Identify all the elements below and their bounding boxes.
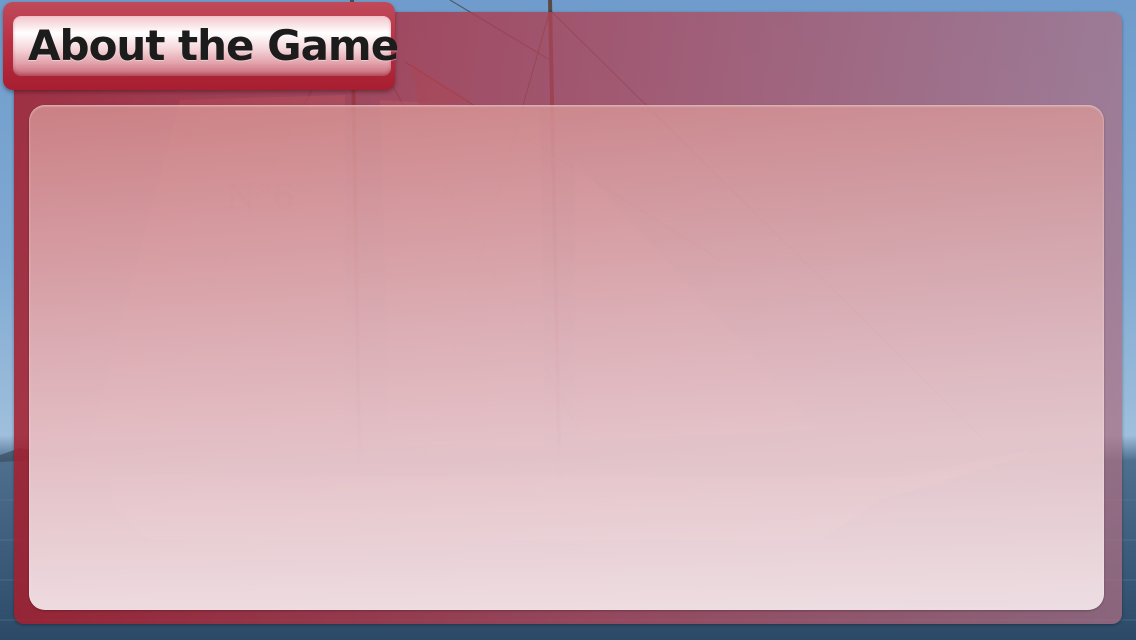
page-title: About the Game <box>28 21 399 70</box>
content-area <box>29 105 1104 610</box>
about-screen: N°6 About the Game <box>0 0 1136 640</box>
